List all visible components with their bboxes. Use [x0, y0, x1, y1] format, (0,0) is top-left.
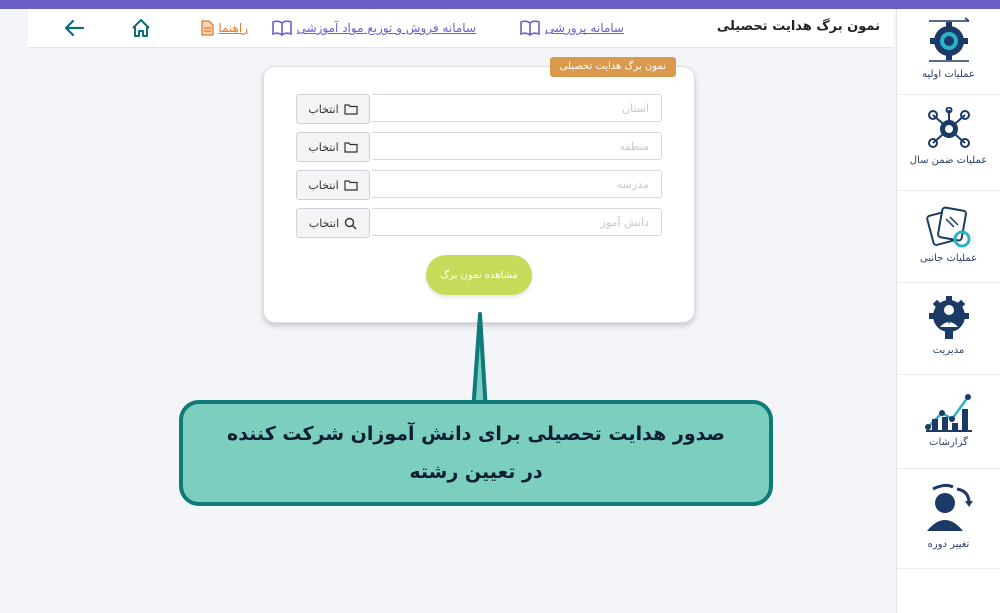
arrow-left-icon[interactable] — [62, 17, 86, 43]
sidebar-item-change-period[interactable]: تغییر دوره — [897, 469, 1000, 569]
home-icon[interactable] — [130, 17, 152, 43]
book-icon — [520, 20, 540, 36]
student-input[interactable]: دانش آموز — [372, 208, 662, 236]
link-sales[interactable]: سامانه فروش و توزیع مواد آموزشی — [271, 20, 476, 36]
sidebar-item-reports[interactable]: گزارشات — [897, 375, 1000, 469]
sidebar-item-basic-operations[interactable]: عملیات اولیه — [897, 9, 1000, 95]
wrench-cards-icon — [925, 206, 970, 248]
link-help[interactable]: راهنما — [201, 20, 248, 36]
link-parvareshi-label: سامانه پرورشی — [545, 21, 624, 35]
document-icon — [201, 20, 214, 36]
manager-gear-icon — [928, 296, 969, 339]
school-select-button[interactable]: انتخاب — [296, 170, 370, 200]
page-title: نمون برگ هدایت تحصیلی — [716, 19, 880, 34]
sidebar-item-in-year-operations[interactable]: عملیات ضمن سال — [897, 95, 1000, 191]
sidebar-item-label: تغییر دوره — [927, 539, 970, 550]
chart-icon — [924, 394, 972, 432]
folder-icon — [344, 180, 358, 191]
user-refresh-icon — [926, 483, 973, 531]
callout-line-2: در تعیین رشته — [409, 461, 543, 483]
link-sales-label: سامانه فروش و توزیع مواد آموزشی — [296, 21, 476, 35]
sidebar-item-side-operations[interactable]: عملیات جانبی — [897, 191, 1000, 283]
sidebar-item-management[interactable]: مدیریت — [897, 283, 1000, 375]
region-row: منطقه انتخاب — [296, 132, 662, 162]
student-row: دانش آموز انتخاب — [296, 208, 662, 238]
form-tag: نمون برگ هدایت تحصیلی — [549, 57, 676, 77]
school-select-label: انتخاب — [308, 178, 339, 192]
sidebar-item-label: مدیریت — [932, 345, 965, 356]
sidebar-item-label: عملیات ضمن سال — [909, 155, 988, 166]
top-strip — [0, 0, 1000, 9]
sidebar-item-label: عملیات اولیه — [922, 69, 975, 80]
view-form-button[interactable]: مشاهده نمون برگ — [426, 255, 532, 295]
province-row: استان انتخاب — [296, 94, 662, 124]
region-select-button[interactable]: انتخاب — [296, 132, 370, 162]
network-gear-icon — [927, 107, 970, 148]
callout-pointer — [471, 312, 488, 412]
gear-icon — [928, 17, 969, 62]
book-icon — [271, 20, 292, 36]
form-card: نمون برگ هدایت تحصیلی استان انتخاب منطقه… — [263, 57, 695, 323]
callout-line-1: صدور هدایت تحصیلی برای دانش آموزان شرکت … — [227, 423, 725, 445]
callout-box: صدور هدایت تحصیلی برای دانش آموزان شرکت … — [179, 400, 773, 506]
sidebar-item-label: عملیات جانبی — [919, 253, 978, 264]
student-select-label: انتخاب — [308, 216, 340, 230]
province-select-button[interactable]: انتخاب — [296, 94, 370, 124]
folder-icon — [344, 142, 358, 153]
school-input[interactable]: مدرسه — [372, 170, 662, 198]
province-select-label: انتخاب — [308, 102, 339, 116]
region-input[interactable]: منطقه — [372, 132, 662, 160]
sidebar: عملیات اولیه عملیات ضمن سال عملیات جانبی — [896, 9, 1000, 613]
sidebar-item-label: گزارشات — [929, 437, 968, 448]
link-help-label: راهنما — [218, 21, 248, 35]
region-select-label: انتخاب — [308, 140, 339, 154]
header: نمون برگ هدایت تحصیلی سامانه پرورشی ساما… — [28, 9, 894, 48]
province-input[interactable]: استان — [372, 94, 662, 122]
search-icon — [344, 217, 357, 230]
folder-icon — [344, 104, 358, 115]
student-select-button[interactable]: انتخاب — [296, 208, 370, 238]
school-row: مدرسه انتخاب — [296, 170, 662, 200]
link-parvareshi[interactable]: سامانه پرورشی — [519, 20, 624, 36]
